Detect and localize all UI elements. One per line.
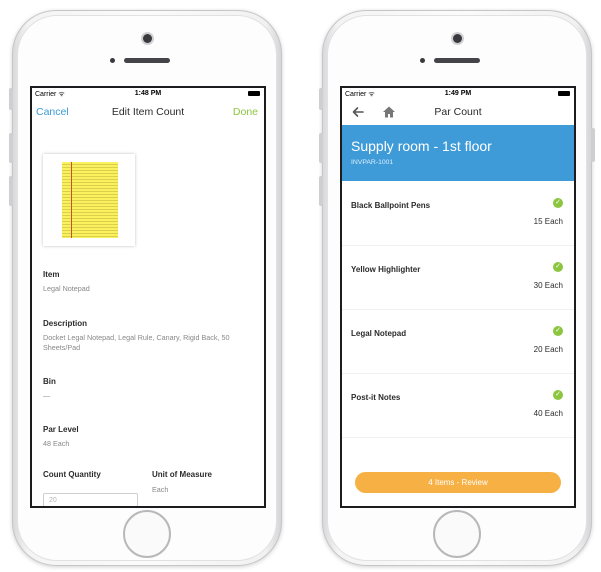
left-phone: Carrier ᯤ 1:48 PM Cancel Edit Item Count… <box>12 10 282 566</box>
check-icon: ✓ <box>553 390 563 400</box>
done-button[interactable]: Done <box>233 106 258 118</box>
speaker-grille <box>124 58 170 63</box>
right-phone: Carrier ᯤ 1:49 PM Par Count Supply room … <box>322 10 592 566</box>
right-screen: Carrier ᯤ 1:49 PM Par Count Supply room … <box>340 86 576 508</box>
battery-icon <box>248 91 260 96</box>
check-icon: ✓ <box>553 326 563 336</box>
list-item[interactable]: Post-it Notes ✓ 40 Each <box>342 373 574 438</box>
power-button[interactable] <box>591 128 595 162</box>
list-item[interactable]: Yellow Highlighter ✓ 30 Each <box>342 245 574 310</box>
mute-switch[interactable] <box>319 88 323 110</box>
battery-icon <box>558 91 570 96</box>
bin-label: Bin <box>43 377 56 386</box>
count-quantity-input[interactable]: 20 <box>43 493 138 506</box>
item-name: Yellow Highlighter <box>351 265 421 274</box>
status-time: 1:49 PM <box>444 90 472 97</box>
mute-switch[interactable] <box>9 88 13 110</box>
list-item[interactable]: Black Ballpoint Pens ✓ 15 Each <box>342 181 574 246</box>
location-code: INVPAR-1001 <box>351 159 394 166</box>
par-level-label: Par Level <box>43 425 79 434</box>
review-button[interactable]: 4 Items - Review <box>355 472 561 493</box>
volume-up-button[interactable] <box>319 133 323 163</box>
item-name: Post-it Notes <box>351 393 401 402</box>
item-field: Item Legal Notepad <box>43 270 256 294</box>
item-quantity: 40 Each <box>533 409 563 418</box>
camera-icon <box>143 34 152 43</box>
bin-field: Bin — <box>43 377 256 401</box>
nav-bar: Par Count <box>342 99 574 125</box>
item-quantity: 30 Each <box>533 281 563 290</box>
page-title: Par Count <box>434 106 482 118</box>
check-icon: ✓ <box>553 198 563 208</box>
notepad-margin-line <box>71 162 72 238</box>
list-item[interactable]: Legal Notepad ✓ 20 Each <box>342 309 574 374</box>
unit-of-measure-label: Unit of Measure <box>152 470 213 479</box>
camera-icon <box>453 34 462 43</box>
item-label: Item <box>43 270 60 279</box>
volume-down-button[interactable] <box>319 176 323 206</box>
item-quantity: 20 Each <box>533 345 563 354</box>
bin-value: — <box>43 391 51 400</box>
item-value: Legal Notepad <box>43 284 90 293</box>
count-field: Count Quantity <box>43 470 101 479</box>
notepad-image <box>62 162 118 238</box>
unit-of-measure-value: Each <box>152 485 169 494</box>
item-name: Black Ballpoint Pens <box>351 201 431 210</box>
sensor-icon <box>110 58 115 63</box>
description-field: Description Docket Legal Notepad, Legal … <box>43 319 256 352</box>
volume-down-button[interactable] <box>9 176 13 206</box>
status-time: 1:48 PM <box>134 90 162 97</box>
item-quantity: 15 Each <box>533 217 563 226</box>
item-photo[interactable] <box>43 154 135 246</box>
location-name: Supply room - 1st floor <box>351 138 492 154</box>
count-quantity-label: Count Quantity <box>43 470 101 479</box>
left-screen: Carrier ᯤ 1:48 PM Cancel Edit Item Count… <box>30 86 266 508</box>
sensor-icon <box>420 58 425 63</box>
par-level-field: Par Level 48 Each <box>43 425 256 449</box>
home-button[interactable] <box>123 510 171 558</box>
home-button[interactable] <box>433 510 481 558</box>
status-bar: Carrier ᯤ 1:48 PM <box>32 88 264 99</box>
status-bar: Carrier ᯤ 1:49 PM <box>342 88 574 99</box>
nav-bar: Cancel Edit Item Count Done <box>32 99 264 125</box>
volume-up-button[interactable] <box>9 133 13 163</box>
speaker-grille <box>434 58 480 63</box>
description-label: Description <box>43 319 88 328</box>
item-name: Legal Notepad <box>351 329 407 338</box>
check-icon: ✓ <box>553 262 563 272</box>
description-value: Docket Legal Notepad, Legal Rule, Canary… <box>43 333 230 352</box>
location-banner: Supply room - 1st floor INVPAR-1001 <box>342 125 574 181</box>
page-title: Edit Item Count <box>111 106 185 118</box>
par-level-value: 48 Each <box>43 439 70 448</box>
